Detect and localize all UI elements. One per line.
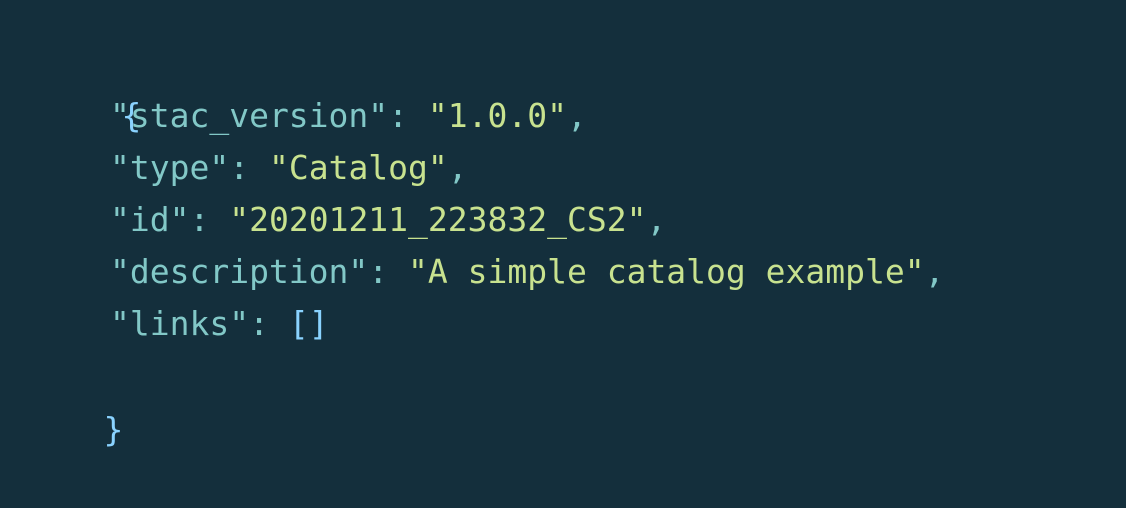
json-value-type: "Catalog": [268, 148, 448, 187]
code-line-open-brace: {: [42, 38, 141, 135]
json-key-id: "id": [110, 200, 190, 239]
code-line-stac-version: "stac_version": "1.0.0",: [110, 90, 587, 142]
json-value-id: "20201211_223832_CS2": [229, 200, 647, 239]
code-line-id: "id": "20201211_223832_CS2",: [110, 194, 666, 246]
json-key-links: "links": [110, 304, 250, 343]
json-separator: :: [249, 304, 289, 343]
json-comma: ,: [447, 148, 468, 187]
json-comma: ,: [646, 200, 667, 239]
code-line-close-brace: }: [24, 352, 123, 449]
json-key-description: "description": [110, 252, 369, 291]
json-separator: :: [229, 148, 269, 187]
json-value-stac-version: "1.0.0": [427, 96, 567, 135]
json-separator: :: [368, 252, 409, 291]
json-value-links: []: [288, 304, 329, 343]
close-brace: }: [103, 410, 124, 449]
json-value-description: "A simple catalog example": [408, 252, 925, 291]
json-key-stac-version: "stac_version": [110, 96, 389, 135]
json-key-type: "type": [110, 148, 230, 187]
code-line-description: "description": "A simple catalog example…: [110, 246, 944, 298]
code-line-type: "type": "Catalog",: [110, 142, 468, 194]
code-block: { "stac_version": "1.0.0", "type": "Cata…: [0, 0, 1126, 449]
code-line-links: "links": []: [110, 298, 329, 350]
json-separator: :: [388, 96, 428, 135]
json-separator: :: [189, 200, 230, 239]
json-comma: ,: [566, 96, 587, 135]
json-comma: ,: [924, 252, 945, 291]
